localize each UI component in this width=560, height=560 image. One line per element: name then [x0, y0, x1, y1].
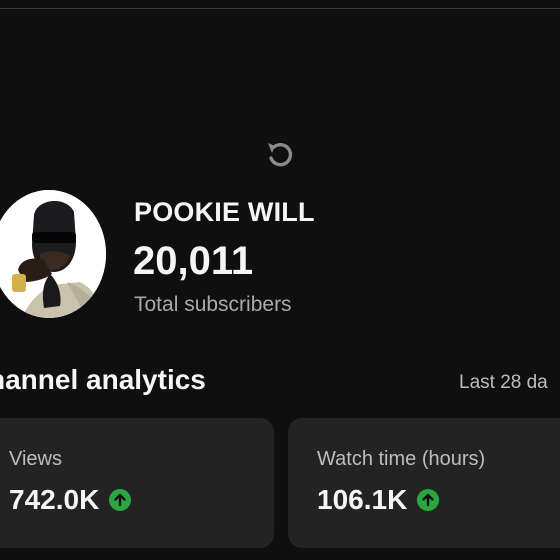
- top-divider: [0, 8, 560, 9]
- watch-time-value: 106.1K: [317, 484, 408, 515]
- channel-avatar[interactable]: [0, 190, 106, 318]
- channel-name: POOKIE WILL: [134, 197, 315, 227]
- watch-time-card[interactable]: Watch time (hours) 106.1K: [288, 418, 560, 548]
- subscriber-count: 20,011: [133, 239, 254, 283]
- arrow-up-circle-icon: [109, 489, 132, 511]
- arrow-up-circle-icon: [417, 489, 440, 511]
- views-value-row: 742.0K: [9, 484, 132, 516]
- views-card[interactable]: Views 742.0K: [0, 418, 274, 548]
- watch-time-label: Watch time (hours): [317, 448, 486, 470]
- refresh-icon[interactable]: [262, 137, 298, 173]
- channel-dashboard: POOKIE WILL 20,011 Total subscribers han…: [0, 0, 560, 560]
- views-value: 742.0K: [9, 484, 100, 515]
- subscriber-label: Total subscribers: [134, 293, 292, 316]
- watch-time-value-row: 106.1K: [317, 484, 440, 516]
- analytics-section-title: hannel analytics: [0, 364, 206, 395]
- period-selector[interactable]: Last 28 da: [459, 372, 548, 394]
- views-label: Views: [9, 448, 62, 470]
- avatar-image: [0, 190, 106, 318]
